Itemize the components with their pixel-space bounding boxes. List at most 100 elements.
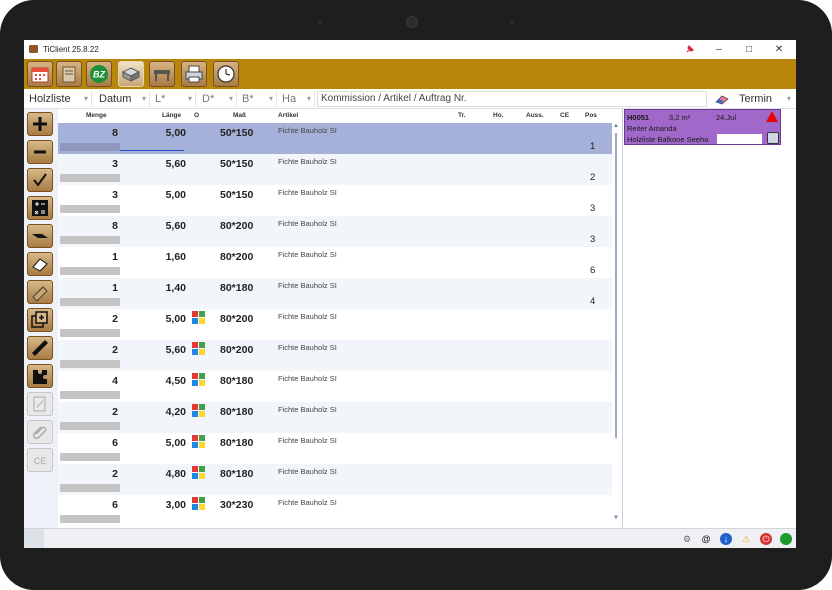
puzzle-color-icon[interactable] — [192, 342, 205, 355]
ruler-button[interactable] — [27, 336, 53, 360]
row-field[interactable] — [60, 174, 120, 182]
row-field[interactable] — [60, 422, 120, 430]
close-button[interactable]: ✕ — [764, 42, 794, 57]
notebook-button[interactable] — [56, 61, 82, 87]
eraser-button[interactable] — [27, 252, 53, 276]
status-left-panel — [24, 529, 44, 548]
table-row[interactable]: 2 5,00 80*200 Fichte Bauholz SI — [58, 309, 612, 340]
table-row[interactable]: 4 4,50 80*180 Fichte Bauholz SI — [58, 371, 612, 402]
scroll-up-icon[interactable]: ▲ — [612, 123, 620, 129]
bz-button[interactable]: BZ — [86, 61, 112, 87]
puzzle-color-icon[interactable] — [192, 435, 205, 448]
puzzle-color-icon[interactable] — [192, 466, 205, 479]
scroll-down-icon[interactable]: ▼ — [612, 515, 620, 521]
ce-mark-button[interactable]: CE — [27, 448, 53, 472]
table-row[interactable]: 2 4,20 80*180 Fichte Bauholz SI — [58, 402, 612, 433]
puzzle-button[interactable] — [27, 364, 53, 388]
column-o[interactable]: O — [194, 112, 199, 119]
calendar-button[interactable] — [27, 61, 53, 87]
maximize-button[interactable]: □ — [734, 42, 764, 57]
row-field[interactable] — [60, 298, 120, 306]
copy-add-button[interactable] — [27, 308, 53, 332]
column-laenge[interactable]: Länge — [162, 112, 181, 119]
row-field[interactable] — [60, 267, 120, 275]
table-row[interactable]: 8 5,00 50*150 Fichte Bauholz SI 1 — [58, 123, 612, 154]
workbench-button[interactable] — [149, 61, 175, 87]
column-ho[interactable]: Ho. — [493, 112, 503, 119]
row-laenge: 1,40 — [165, 282, 186, 294]
row-field[interactable] — [60, 391, 120, 399]
row-field[interactable] — [60, 329, 120, 337]
row-field[interactable] — [60, 205, 120, 213]
add-button[interactable] — [27, 112, 53, 136]
at-icon[interactable]: @ — [700, 533, 712, 545]
column-mass[interactable]: Maß — [233, 112, 246, 119]
table-row[interactable]: 8 5,60 80*200 Fichte Bauholz SI 3 — [58, 216, 612, 247]
printer-button[interactable] — [181, 61, 207, 87]
chevron-down-icon: ▾ — [306, 94, 311, 103]
chevron-down-icon: ▾ — [83, 94, 88, 103]
clock-button[interactable] — [213, 61, 239, 87]
list-type-select[interactable]: Holzliste ▾ — [24, 91, 92, 107]
order-checkbox[interactable] — [767, 132, 779, 144]
row-artikel: Fichte Bauholz SI — [278, 405, 337, 414]
table-row[interactable]: 3 5,00 50*150 Fichte Bauholz SI 3 — [58, 185, 612, 216]
row-field[interactable] — [60, 236, 120, 244]
paperclip-button[interactable] — [27, 420, 53, 444]
power-icon[interactable]: ⏻ — [760, 533, 772, 545]
gear-icon[interactable]: ⚙ — [681, 533, 693, 545]
table-row[interactable]: 2 4,80 80*180 Fichte Bauholz SI — [58, 464, 612, 495]
action-sidebar: CE — [24, 109, 58, 528]
puzzle-color-icon[interactable] — [192, 497, 205, 510]
column-ce[interactable]: CE — [560, 112, 569, 119]
length-filter[interactable]: L* ▾ — [150, 91, 196, 107]
panel-divider — [622, 109, 623, 528]
download-icon[interactable]: ↓ — [720, 533, 732, 545]
table-row[interactable]: 1 1,40 80*180 Fichte Bauholz SI 4 — [58, 278, 612, 309]
row-field[interactable] — [60, 143, 120, 151]
width-filter[interactable]: B* ▾ — [237, 91, 277, 107]
column-pos[interactable]: Pos — [585, 112, 597, 119]
table-row[interactable]: 1 1,60 80*200 Fichte Bauholz SI 6 — [58, 247, 612, 278]
termin-select[interactable]: Termin ▾ — [734, 91, 794, 107]
table-row[interactable]: 6 5,00 80*180 Fichte Bauholz SI — [58, 433, 612, 464]
thickness-filter[interactable]: D* ▾ — [197, 91, 237, 107]
warning-icon[interactable]: ⚠ — [740, 533, 752, 545]
plank-button[interactable] — [27, 224, 53, 248]
confirm-button[interactable] — [27, 168, 53, 192]
log-button[interactable] — [27, 280, 53, 304]
ha-filter[interactable]: Ha ▾ — [277, 91, 315, 107]
order-note-input[interactable] — [717, 134, 762, 144]
row-field[interactable] — [60, 453, 120, 461]
order-date: 24.Jul — [716, 113, 737, 122]
minimize-button[interactable]: – — [704, 42, 734, 57]
wood-stack-button[interactable] — [118, 61, 144, 87]
table-row[interactable]: 6 3,00 30*230 Fichte Bauholz SI — [58, 495, 612, 526]
table-row[interactable]: 2 5,60 80*200 Fichte Bauholz SI — [58, 340, 612, 371]
table-row[interactable]: 3 5,60 50*150 Fichte Bauholz SI 2 — [58, 154, 612, 185]
list-scrollbar[interactable]: ▲ ▼ — [612, 123, 620, 523]
scrollbar-thumb[interactable] — [615, 133, 617, 438]
search-input[interactable]: Kommission / Artikel / Auftrag Nr. — [317, 91, 707, 107]
column-menge[interactable]: Menge — [86, 112, 107, 119]
row-field[interactable] — [60, 484, 120, 492]
puzzle-color-icon[interactable] — [192, 373, 205, 386]
column-tr[interactable]: Tr. — [458, 112, 466, 119]
puzzle-color-icon[interactable] — [192, 404, 205, 417]
row-focus-line — [120, 150, 184, 151]
column-artikel[interactable]: Artikel — [278, 112, 298, 119]
column-auss[interactable]: Auss. — [526, 112, 544, 119]
checkmark-icon — [33, 173, 47, 187]
document-edit-button[interactable] — [27, 392, 53, 416]
row-field[interactable] — [60, 515, 120, 523]
pin-icon[interactable] — [684, 43, 696, 55]
sensor-icon — [318, 20, 322, 24]
puzzle-color-icon[interactable] — [192, 311, 205, 324]
calculator-button[interactable] — [27, 196, 53, 220]
chevron-down-icon: ▾ — [141, 94, 146, 103]
remove-button[interactable] — [27, 140, 53, 164]
row-field[interactable] — [60, 360, 120, 368]
sort-select[interactable]: Datum ▾ — [94, 91, 150, 107]
clear-filter-icon[interactable] — [714, 93, 730, 105]
order-card[interactable]: H0051 3,2 m³ 24.Jul Reiter Amanda Holzli… — [624, 109, 781, 145]
